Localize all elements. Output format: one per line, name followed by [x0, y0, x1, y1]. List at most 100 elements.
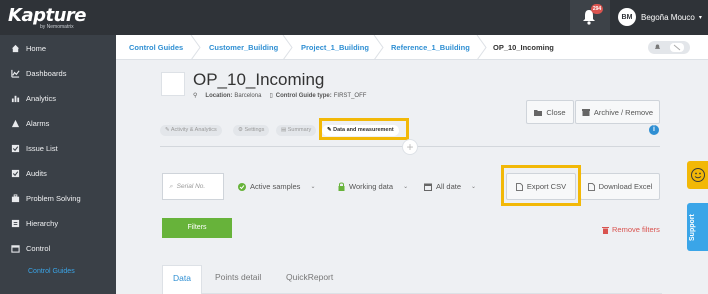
- data-tabs: Data Points detail QuickReport: [162, 265, 662, 294]
- working-data-dropdown[interactable]: Working data ⌄: [338, 182, 408, 191]
- sidebar-item-label: Problem Solving: [26, 194, 81, 203]
- smiley-icon: [690, 168, 705, 182]
- breadcrumb-item[interactable]: Project_1_Building: [288, 35, 378, 60]
- tab-data[interactable]: Data: [162, 265, 202, 294]
- tab-label: Settings: [244, 127, 265, 133]
- user-name: Begoña Mouco: [641, 12, 695, 22]
- support-tab[interactable]: Support: [687, 203, 708, 251]
- date-dropdown[interactable]: All date ⌄: [424, 182, 476, 191]
- app-root: Kapture by Nemomatrix 294 BM Begoña Mouc…: [0, 0, 708, 294]
- lock-icon: [338, 182, 345, 191]
- highlight-box: [501, 165, 581, 206]
- tab-label: Summary: [287, 127, 312, 133]
- page-title: OP_10_Incoming: [193, 70, 325, 89]
- filter-bar: ⌕ Serial No. Active samples ⌄ Working da…: [160, 163, 660, 213]
- info-icon[interactable]: i: [649, 125, 659, 135]
- working-data-label: Working data: [349, 182, 394, 191]
- add-icon[interactable]: +: [402, 139, 418, 155]
- file-icon: [587, 182, 595, 191]
- remove-filters-button[interactable]: Remove filters: [602, 225, 660, 234]
- active-samples-dropdown[interactable]: Active samples ⌄: [238, 182, 315, 191]
- document-icon: ▤: [281, 127, 288, 133]
- search-icon: ⌕: [169, 182, 173, 190]
- bell-off-icon: [670, 43, 684, 52]
- top-bar: Kapture by Nemomatrix 294 BM Begoña Mouc…: [0, 0, 708, 35]
- location-pin-icon: ⚲: [193, 93, 198, 99]
- sidebar-item-issue-list[interactable]: Issue List: [0, 136, 116, 161]
- sidebar: Home Dashboards Analytics Alarms Issue L…: [0, 35, 116, 294]
- user-menu[interactable]: BM Begoña Mouco ▾: [618, 7, 702, 27]
- sidebar-item-audits[interactable]: Audits: [0, 161, 116, 186]
- tab-label: Activity & Analytics: [170, 127, 217, 133]
- tab-summary[interactable]: ▤ Summary: [276, 125, 317, 136]
- sidebar-item-label: Alarms: [26, 119, 50, 128]
- sidebar-item-dashboards[interactable]: Dashboards: [0, 61, 116, 86]
- check-circle-icon: [238, 182, 246, 191]
- home-icon: [11, 44, 20, 53]
- sidebar-item-label: Analytics: [26, 94, 57, 103]
- sidebar-item-hierarchy[interactable]: Hierarchy: [0, 211, 116, 236]
- sidebar-item-label: Audits: [26, 169, 47, 178]
- sidebar-item-label: Dashboards: [26, 69, 67, 78]
- alarm-icon: [11, 119, 20, 128]
- notifications-button[interactable]: 294: [570, 0, 610, 35]
- breadcrumb-item[interactable]: Control Guides: [116, 35, 196, 60]
- archive-button-label: Archive / Remove: [593, 107, 654, 117]
- guide-type-value: FIRST_OFF: [333, 92, 367, 99]
- tab-activity-analytics[interactable]: ✎ Activity & Analytics: [160, 125, 222, 136]
- breadcrumb-item[interactable]: Reference_1_Building: [378, 35, 480, 60]
- tab-quickreport[interactable]: QuickReport: [276, 265, 343, 294]
- sidebar-item-label: Hierarchy: [26, 219, 59, 228]
- checkbox-icon: [11, 144, 20, 153]
- sidebar-subitem-control-guides[interactable]: Control Guides: [28, 268, 75, 275]
- document-icon: ▯: [269, 93, 273, 99]
- notification-badge: 294: [591, 4, 603, 14]
- support-label: Support: [689, 214, 696, 241]
- serial-number-input[interactable]: ⌕ Serial No.: [162, 173, 224, 200]
- breadcrumb-current: OP_10_Incoming: [493, 43, 554, 52]
- sidebar-item-home[interactable]: Home: [0, 36, 116, 61]
- app-logo[interactable]: Kapture: [8, 5, 86, 26]
- trash-icon: [602, 226, 609, 234]
- logo-subtitle: by Nemomatrix: [40, 24, 74, 30]
- tab-settings[interactable]: ⚙ Settings: [233, 125, 270, 136]
- sidebar-item-label: Issue List: [26, 144, 58, 153]
- sidebar-item-alarms[interactable]: Alarms: [0, 111, 116, 136]
- chevron-down-icon: ⌄: [403, 184, 409, 190]
- lock-toggle[interactable]: [648, 41, 690, 54]
- close-button-label: Close: [546, 107, 566, 117]
- guide-meta: ⚲ Location: Barcelona ▯ Control Guide ty…: [193, 92, 367, 100]
- guide-thumbnail: [161, 72, 185, 96]
- download-excel-button[interactable]: Download Excel: [580, 173, 660, 200]
- sidebar-item-control[interactable]: Control: [0, 236, 116, 261]
- folder-icon: [534, 109, 543, 116]
- tab-points-detail[interactable]: Points detail: [205, 265, 271, 294]
- sidebar-item-analytics[interactable]: Analytics: [0, 86, 116, 111]
- serial-placeholder: Serial No.: [176, 183, 206, 190]
- breadcrumb-item[interactable]: Customer_Building: [196, 35, 288, 60]
- briefcase-icon: [11, 194, 20, 203]
- highlight-box: [319, 118, 409, 140]
- control-icon: [11, 245, 20, 253]
- filters-button[interactable]: Filters: [162, 218, 232, 238]
- main-content: Control Guides Customer_Building Project…: [116, 35, 708, 294]
- bar-chart-icon: [11, 95, 20, 103]
- chevron-down-icon: ⌄: [471, 184, 477, 190]
- hierarchy-icon: [11, 219, 20, 228]
- sidebar-item-label: Control: [26, 244, 51, 253]
- sidebar-item-problem-solving[interactable]: Problem Solving: [0, 186, 116, 211]
- all-date-label: All date: [436, 182, 462, 191]
- bell-icon: [654, 44, 661, 49]
- audit-icon: [11, 169, 20, 178]
- guide-type-label: Control Guide type:: [275, 92, 332, 99]
- location-value: Barcelona: [234, 92, 262, 99]
- avatar: BM: [618, 8, 636, 26]
- chart-icon: [11, 69, 20, 78]
- feedback-button[interactable]: [687, 161, 708, 189]
- sidebar-item-label: Home: [26, 44, 47, 53]
- breadcrumb: Control Guides Customer_Building Project…: [116, 35, 708, 60]
- chevron-down-icon: ⌄: [310, 184, 316, 190]
- remove-filters-label: Remove filters: [612, 225, 660, 234]
- chevron-down-icon: ▾: [698, 14, 702, 21]
- archive-icon: [581, 108, 590, 116]
